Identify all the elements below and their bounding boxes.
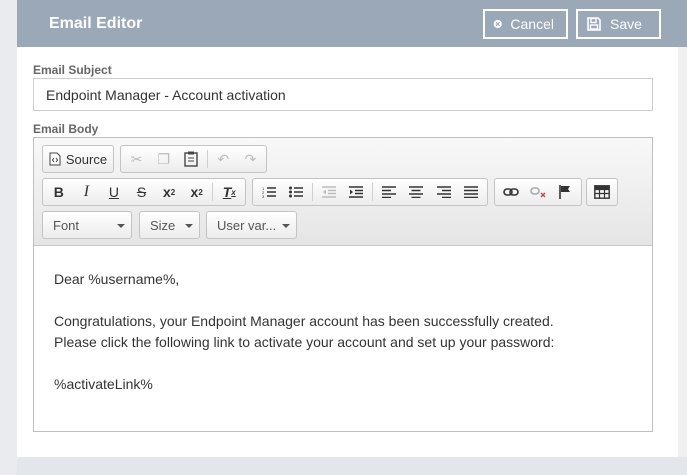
header-bar: Email Editor Cancel Save xyxy=(17,0,687,47)
table-icon[interactable] xyxy=(589,180,615,204)
cancel-button[interactable]: Cancel xyxy=(483,9,568,39)
toolbar-separator xyxy=(212,183,214,201)
save-label: Save xyxy=(610,16,642,32)
redo-icon[interactable]: ↷ xyxy=(237,147,264,171)
footer-bar xyxy=(17,457,687,475)
copy-icon[interactable]: ❐ xyxy=(150,147,177,171)
close-circle-icon xyxy=(493,19,502,29)
clipboard-group: ✂ ❐ ↶ ↷ xyxy=(120,145,267,173)
align-center-icon[interactable] xyxy=(402,180,430,204)
subject-input[interactable] xyxy=(33,78,653,111)
paste-icon[interactable] xyxy=(177,147,204,171)
body-line: %activateLink% xyxy=(54,376,153,392)
justify-icon[interactable] xyxy=(457,180,485,204)
align-right-icon[interactable] xyxy=(430,180,458,204)
size-dropdown[interactable]: Size xyxy=(139,211,200,239)
font-dropdown[interactable]: Font xyxy=(42,211,132,239)
align-left-icon[interactable] xyxy=(375,180,403,204)
body-label: Email Body xyxy=(33,122,99,136)
underline-icon[interactable]: U xyxy=(100,180,128,204)
email-editor-window: Email Editor Cancel Save Email Subject E… xyxy=(17,0,687,475)
bulleted-list-icon[interactable] xyxy=(283,180,311,204)
page-title: Email Editor xyxy=(49,15,143,32)
chevron-down-icon xyxy=(282,224,290,228)
increase-indent-icon[interactable] xyxy=(342,180,370,204)
chevron-down-icon xyxy=(117,224,125,228)
table-group xyxy=(586,178,618,206)
source-label: Source xyxy=(65,151,108,167)
unlink-icon[interactable] xyxy=(524,180,551,204)
source-code-icon xyxy=(49,152,61,166)
strikethrough-icon[interactable]: S xyxy=(128,180,156,204)
source-button[interactable]: Source xyxy=(45,147,111,171)
body-blank-line xyxy=(54,290,632,311)
body-line: Dear %username%, xyxy=(54,271,180,287)
font-dropdown-label: Font xyxy=(53,217,80,233)
floppy-disk-icon xyxy=(587,17,601,31)
cut-icon[interactable]: ✂ xyxy=(123,147,150,171)
rich-text-editor: Source ✂ ❐ ↶ ↷ B I U S x2 x2 T x 1 2 3 F… xyxy=(33,137,653,432)
decrease-indent-icon[interactable] xyxy=(315,180,343,204)
user-variable-dropdown-label: User var... xyxy=(217,217,277,233)
toolbar-separator xyxy=(371,183,373,201)
subscript-icon[interactable]: x2 xyxy=(155,180,183,204)
numbered-list-icon[interactable]: 123 xyxy=(255,180,283,204)
toolbar-separator xyxy=(206,150,208,168)
editor-toolbar: Source ✂ ❐ ↶ ↷ B I U S x2 x2 T x 1 2 3 F… xyxy=(34,138,652,246)
basic-styles-group: B I U S x2 x2 Tx xyxy=(42,178,246,206)
scrollbar[interactable] xyxy=(678,47,687,457)
paragraph-group: 123 xyxy=(252,178,488,206)
anchor-flag-icon[interactable] xyxy=(552,180,579,204)
user-variable-dropdown[interactable]: User var... xyxy=(206,211,297,239)
svg-text:3: 3 xyxy=(262,194,265,198)
bold-icon[interactable]: B xyxy=(45,180,73,204)
link-icon[interactable] xyxy=(497,180,524,204)
links-group xyxy=(494,178,582,206)
undo-icon[interactable]: ↶ xyxy=(210,147,237,171)
size-dropdown-label: Size xyxy=(150,217,176,233)
toolbar-separator xyxy=(312,183,313,201)
italic-icon[interactable]: I xyxy=(73,180,101,204)
source-group: Source xyxy=(42,145,114,173)
body-line: Please click the following link to activ… xyxy=(54,334,555,350)
cancel-label: Cancel xyxy=(510,16,554,32)
remove-format-icon[interactable]: Tx xyxy=(215,180,243,204)
email-body-content[interactable]: Dear %username%, Congratulations, your E… xyxy=(34,247,652,431)
body-blank-line xyxy=(54,353,632,374)
body-line: Congratulations, your Endpoint Manager a… xyxy=(54,313,554,329)
chevron-down-icon xyxy=(185,224,193,228)
subject-label: Email Subject xyxy=(33,63,112,77)
save-button[interactable]: Save xyxy=(576,9,661,39)
superscript-icon[interactable]: x2 xyxy=(183,180,211,204)
